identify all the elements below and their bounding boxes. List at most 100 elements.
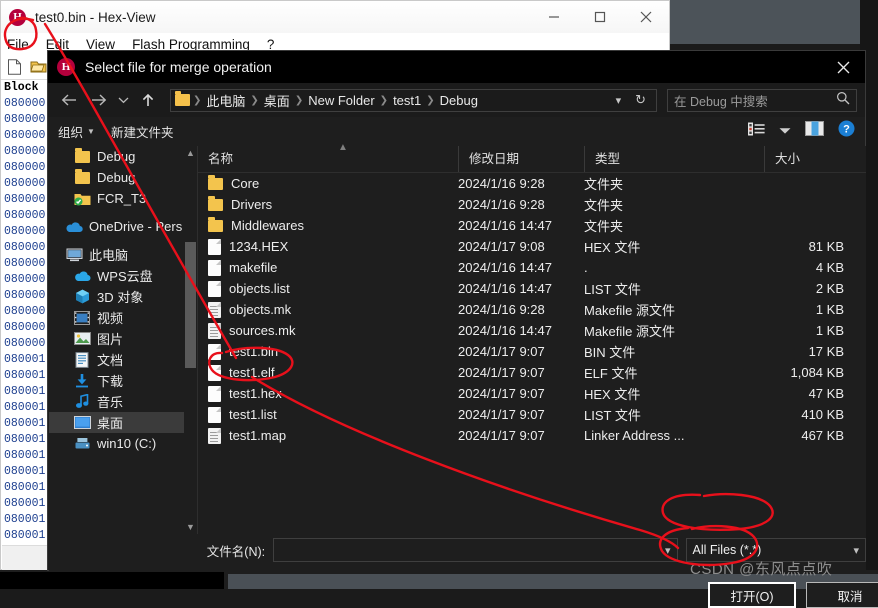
table-row[interactable]: Drivers 2024/1/16 9:28 文件夹 bbox=[198, 194, 866, 215]
table-row[interactable]: sources.mk 2024/1/16 14:47 Makefile 源文件 1 K… bbox=[198, 320, 866, 341]
table-row[interactable]: test1.map 2024/1/17 9:07 Linker Address ..… bbox=[198, 425, 866, 446]
table-row[interactable]: Middlewares 2024/1/16 14:47 文件夹 bbox=[198, 215, 866, 236]
file-lines-icon bbox=[208, 427, 221, 444]
open-file-icon[interactable] bbox=[30, 59, 47, 76]
file-type: Makefile 源文件 bbox=[584, 324, 676, 339]
tree-item-label: 此电脑 bbox=[89, 248, 129, 263]
tree-item-onedrive-pers[interactable]: OneDrive - Pers bbox=[49, 216, 197, 237]
breadcrumb-item-new-folder[interactable]: New Folder bbox=[303, 93, 379, 108]
close-button[interactable] bbox=[623, 1, 669, 33]
file-date: 2024/1/16 14:47 bbox=[458, 323, 552, 338]
open-button[interactable]: 打开(O) bbox=[708, 582, 796, 608]
tree-scrollbar[interactable]: ▲ ▼ bbox=[184, 146, 197, 534]
dialog-close-button[interactable] bbox=[821, 51, 865, 83]
file-name: test1.map bbox=[229, 428, 287, 443]
recent-locations-chevron-down-icon[interactable] bbox=[114, 87, 132, 113]
file-size: 1,084 KB bbox=[790, 365, 845, 380]
back-icon[interactable] bbox=[56, 87, 82, 113]
column-header-date[interactable]: 修改日期 bbox=[458, 146, 584, 172]
up-one-level-icon[interactable] bbox=[135, 87, 161, 113]
tree-item-wps[interactable]: WPS云盘 bbox=[49, 265, 197, 286]
tree-item-[interactable]: 下载 bbox=[49, 370, 197, 391]
breadcrumb-item-this-pc[interactable]: 此电脑 bbox=[201, 91, 250, 110]
column-header-size[interactable]: 大小 bbox=[764, 146, 852, 172]
column-header-name[interactable]: 名称 bbox=[198, 146, 458, 172]
maximize-button[interactable] bbox=[577, 1, 623, 33]
organize-button[interactable]: 组织 ▼ bbox=[58, 122, 95, 141]
breadcrumb[interactable]: ❯ 此电脑 ❯ 桌面 ❯ New Folder ❯ test1 ❯ Debug … bbox=[170, 88, 657, 112]
navigation-tree[interactable]: Debug Debug FCR_T3 OneDrive - Pers 此电脑 WPS云盘 3… bbox=[49, 146, 197, 534]
file-name: test1.elf bbox=[229, 365, 275, 380]
filename-input[interactable]: ▾ bbox=[273, 538, 678, 562]
column-header-type[interactable]: 类型 bbox=[584, 146, 764, 172]
new-folder-button[interactable]: 新建文件夹 bbox=[111, 122, 174, 141]
tree-scroll-up-chevron-up-icon[interactable]: ▲ bbox=[184, 146, 197, 160]
tree-item-[interactable]: 视频 bbox=[49, 307, 197, 328]
file-date: 2024/1/16 9:28 bbox=[458, 176, 545, 191]
tree-item-3d[interactable]: 3D 对象 bbox=[49, 286, 197, 307]
filetype-chevron-down-icon[interactable]: ▾ bbox=[853, 544, 859, 557]
search-input[interactable]: 在 Debug 中搜索 bbox=[667, 88, 857, 112]
breadcrumb-chevron-down-icon[interactable]: ▾ bbox=[610, 94, 628, 107]
file-list-rows[interactable]: Core 2024/1/16 9:28 文件夹 Drivers 2024/1/16 9:… bbox=[198, 173, 866, 446]
screen: H test0.bin - Hex-View File Edit View Fl… bbox=[0, 0, 878, 608]
breadcrumb-item-desktop[interactable]: 桌面 bbox=[259, 91, 295, 110]
table-row[interactable]: makefile 2024/1/16 14:47. 4 KB bbox=[198, 257, 866, 278]
table-row[interactable]: Core 2024/1/16 9:28 文件夹 bbox=[198, 173, 866, 194]
desktop-icon bbox=[73, 415, 91, 431]
tree-item-label: 下载 bbox=[97, 374, 124, 389]
table-row[interactable]: test1.elf 2024/1/17 9:07 ELF 文件 1,084 KB bbox=[198, 362, 866, 383]
view-options-chevron-down-icon[interactable] bbox=[779, 122, 791, 140]
table-row[interactable]: test1.hex 2024/1/17 9:07 HEX 文件 47 KB bbox=[198, 383, 866, 404]
tree-item-[interactable]: 文档 bbox=[49, 349, 197, 370]
forward-icon[interactable] bbox=[85, 87, 111, 113]
tree-item-win10-c[interactable]: win10 (C:) bbox=[49, 433, 197, 454]
breadcrumb-item-debug[interactable]: Debug bbox=[435, 93, 483, 108]
tree-item-label: 视频 bbox=[97, 311, 124, 326]
tree-item-[interactable]: 图片 bbox=[49, 328, 197, 349]
filename-chevron-down-icon[interactable]: ▾ bbox=[665, 544, 671, 557]
file-size: 410 KB bbox=[801, 407, 844, 422]
preview-pane-icon[interactable] bbox=[805, 121, 824, 141]
file-type: BIN 文件 bbox=[584, 345, 636, 360]
table-row[interactable]: test1.list 2024/1/17 9:07 LIST 文件 410 KB bbox=[198, 404, 866, 425]
tree-item-[interactable]: 桌面 bbox=[49, 412, 197, 433]
menu-file[interactable]: File bbox=[7, 37, 29, 52]
breadcrumb-separator: ❯ bbox=[294, 94, 304, 106]
minimize-button[interactable] bbox=[531, 1, 577, 33]
tree-scroll-down-chevron-down-icon[interactable]: ▼ bbox=[184, 520, 197, 534]
tree-item-debug[interactable]: Debug bbox=[49, 167, 197, 188]
help-icon[interactable]: ? bbox=[838, 120, 855, 142]
watermark: CSDN @东风点点吹 bbox=[690, 561, 833, 578]
search-placeholder: 在 Debug 中搜索 bbox=[674, 94, 768, 109]
tree-item-[interactable]: 此电脑 bbox=[49, 244, 197, 265]
sort-ascending-icon: ▲ bbox=[338, 142, 348, 153]
tree-item-label: Debug bbox=[97, 170, 136, 185]
file-lines-icon bbox=[208, 301, 221, 318]
list-view-icon[interactable] bbox=[748, 122, 765, 141]
table-row[interactable]: test1.bin 2024/1/17 9:07 BIN 文件 17 KB bbox=[198, 341, 866, 362]
tree-scrollbar-thumb[interactable] bbox=[185, 242, 196, 368]
cancel-button[interactable]: 取消 bbox=[806, 582, 878, 608]
tree-item-debug[interactable]: Debug bbox=[49, 146, 197, 167]
tree-item-fcr-t3[interactable]: FCR_T3 bbox=[49, 188, 197, 209]
file-date: 2024/1/16 14:47 bbox=[458, 218, 552, 233]
filename-label: 文件名(N): bbox=[206, 544, 266, 559]
file-size: 1 KB bbox=[815, 302, 844, 317]
file-list-header[interactable]: 名称 修改日期 类型 大小 ▲ bbox=[198, 142, 866, 173]
file-date: 2024/1/17 9:08 bbox=[458, 239, 545, 254]
hex-view-titlebar: H test0.bin - Hex-View bbox=[1, 1, 669, 33]
file-type: LIST 文件 bbox=[584, 408, 641, 423]
refresh-icon[interactable]: ↻ bbox=[629, 92, 652, 108]
new-file-icon[interactable] bbox=[7, 58, 24, 76]
file-size: 467 KB bbox=[801, 428, 844, 443]
table-row[interactable]: 1234.HEX 2024/1/17 9:08 HEX 文件 81 KB bbox=[198, 236, 866, 257]
breadcrumb-item-test1[interactable]: test1 bbox=[388, 93, 426, 108]
table-row[interactable]: objects.mk 2024/1/16 9:28 Makefile 源文件 1 KB bbox=[198, 299, 866, 320]
file-list[interactable]: 名称 修改日期 类型 大小 ▲ Core 2024/1/16 9:28 文件夹 Dri… bbox=[197, 142, 866, 534]
table-row[interactable]: objects.list 2024/1/16 14:47 LIST 文件 2 KB bbox=[198, 278, 866, 299]
file-size: 4 KB bbox=[815, 260, 844, 275]
tree-item-[interactable]: 音乐 bbox=[49, 391, 197, 412]
file-icon bbox=[208, 280, 221, 297]
tree-item-label: win10 (C:) bbox=[97, 436, 157, 451]
